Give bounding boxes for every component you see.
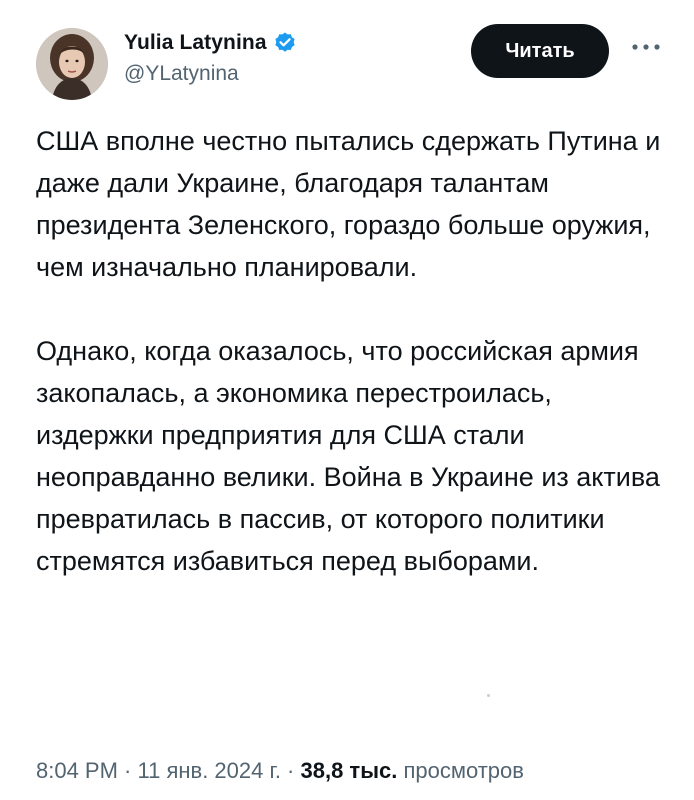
meta-separator: · <box>117 758 138 783</box>
verified-badge-icon <box>273 31 297 55</box>
divider-dot <box>487 694 490 697</box>
tweet-text: США вполне честно пытались сдержать Пути… <box>36 120 664 582</box>
tweet-date[interactable]: 11 янв. 2024 г. <box>138 758 281 783</box>
avatar-image <box>36 28 108 100</box>
tweet-paragraph: Однако, когда оказалось, что российская … <box>36 336 660 576</box>
meta-separator: · <box>280 758 301 783</box>
views-label: просмотров <box>403 758 524 783</box>
tweet-header: Yulia Latynina @YLatynina Читать <box>36 20 666 110</box>
tweet-metadata: 8:04 PM · 11 янв. 2024 г. · 38,8 тыс. пр… <box>36 758 524 784</box>
author-handle[interactable]: @YLatynina <box>124 62 297 86</box>
ellipsis-icon[interactable] <box>626 32 666 62</box>
display-name-row: Yulia Latynina <box>124 28 297 58</box>
tweet-time[interactable]: 8:04 PM <box>36 758 118 783</box>
views-count[interactable]: 38,8 тыс. <box>301 758 398 783</box>
tweet-paragraph: США вполне честно пытались сдержать Пути… <box>36 126 661 282</box>
avatar[interactable] <box>36 28 108 100</box>
author-info: Yulia Latynina @YLatynina <box>124 28 297 86</box>
author-display-name[interactable]: Yulia Latynina <box>124 31 267 55</box>
read-button[interactable]: Читать <box>471 24 609 78</box>
